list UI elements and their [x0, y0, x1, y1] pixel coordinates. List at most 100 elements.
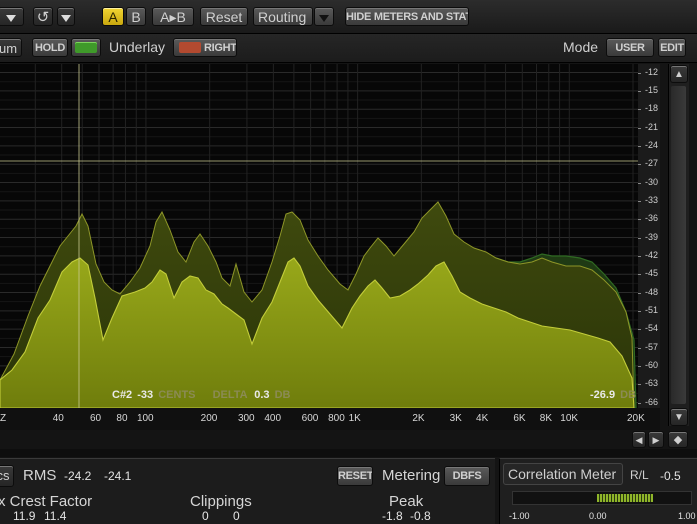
hold-color-toggle[interactable]: [71, 38, 101, 57]
undo-button[interactable]: ↺: [33, 7, 53, 26]
mode-user-button[interactable]: USER: [606, 38, 654, 57]
frequency-tick-label: 40: [52, 413, 64, 424]
cursor-note: C#2: [112, 389, 133, 401]
clip-left-value: 0: [202, 509, 209, 523]
spectrum-display[interactable]: C#2 -33 CENTS DELTA 0.3 DB -26.9 DB: [0, 64, 638, 408]
db-range-scrollbar[interactable]: ▲ ▼: [668, 64, 689, 426]
frequency-tick-label: 800: [328, 413, 345, 424]
hold-button[interactable]: HOLD: [32, 38, 68, 57]
underlay-right-button[interactable]: RIGHT: [173, 38, 237, 57]
db-tick-mark: [638, 145, 641, 147]
db-tick-label: -66: [644, 396, 658, 407]
frequency-axis: Z 40 60 80 100 200 300 400 600 800 1K 2K 3K 4K 6K 8K 10K…: [0, 408, 660, 430]
scroll-up-button[interactable]: ▲: [670, 65, 688, 83]
tab-spectrum[interactable]: um: [0, 38, 22, 57]
levels-panel: cs RMS -24.2 -24.1 RESET Metering DBFS x…: [0, 458, 495, 524]
correlation-meter-bar: [512, 491, 692, 505]
crest-left-value: 11.9: [13, 509, 36, 523]
chevron-down-icon: [61, 14, 71, 22]
frequency-tick-label: 4K: [476, 413, 489, 424]
db-tick-label: -12: [644, 66, 658, 77]
db-tick-label: -54: [644, 323, 658, 334]
delta-value: 0.3: [254, 389, 270, 401]
frequency-tick-label: 20K: [627, 413, 645, 424]
db-tick-label: -63: [644, 378, 658, 389]
tab-statistics[interactable]: cs: [0, 465, 14, 487]
frequency-tick-label: 100: [136, 413, 154, 424]
frequency-tick-label: 300: [237, 413, 255, 424]
db-tick-label: -36: [644, 213, 658, 224]
db-tick-mark: [638, 329, 641, 331]
correlation-panel: Correlation Meter R/L -0.5 -1.00 0.00 1.…: [499, 458, 697, 524]
db-tick-label: -21: [644, 121, 658, 132]
preset-b-button[interactable]: B: [126, 7, 146, 26]
frequency-tick-label: 400: [264, 413, 282, 424]
frequency-tick-label: Z: [0, 413, 7, 424]
peak-label: Peak: [389, 493, 424, 510]
frequency-tick-label: 60: [89, 413, 102, 424]
frequency-tick-label: 600: [301, 413, 319, 424]
red-swatch: [179, 42, 201, 53]
cursor-cents-value: -33: [137, 389, 154, 401]
frequency-tick-label: 2K: [412, 413, 425, 424]
green-swatch: [75, 42, 97, 53]
db-tick-mark: [638, 164, 641, 166]
peak-left-value: -1.8: [382, 509, 403, 523]
preset-a-button[interactable]: A: [102, 7, 124, 26]
diamond-icon: ◆: [673, 434, 683, 446]
db-tick-label: -39: [644, 231, 658, 242]
metering-label: Metering: [382, 467, 441, 484]
db-tick-mark: [638, 310, 641, 312]
crest-right-value: 11.4: [44, 509, 67, 523]
db-tick-label: -57: [644, 341, 658, 352]
db-tick-label: -51: [644, 304, 658, 315]
db-tick-label: -18: [644, 103, 658, 114]
peak-right-value: -0.8: [410, 509, 431, 523]
arrow-right-icon: ▶: [652, 435, 660, 445]
undo-icon: ↺: [36, 9, 50, 26]
db-tick-label: -60: [644, 359, 658, 370]
peak-readout-value: -26.9: [590, 389, 616, 401]
db-tick-label: -24: [644, 139, 658, 150]
delta-label: DELTA: [212, 389, 248, 401]
reset-button[interactable]: Reset: [200, 7, 248, 26]
peak-readout-unit: DB: [620, 389, 637, 401]
zoom-out-button[interactable]: ◀: [632, 431, 646, 448]
zoom-in-button[interactable]: ▶: [648, 431, 664, 448]
db-tick-mark: [638, 274, 641, 276]
spectrum-options-bar: um HOLD Underlay RIGHT Mode USER EDIT: [0, 34, 697, 63]
clippings-label: Clippings: [190, 493, 252, 510]
db-tick-mark: [638, 72, 641, 74]
hide-meters-button[interactable]: HIDE METERS AND STATS: [345, 7, 469, 26]
scroll-down-button[interactable]: ▼: [670, 408, 688, 426]
frequency-tick-label: 6K: [513, 413, 526, 424]
scroll-track[interactable]: [671, 86, 686, 404]
undo-history-button[interactable]: [57, 7, 75, 26]
metering-dbfs-button[interactable]: DBFS: [444, 466, 490, 486]
clip-right-value: 0: [233, 509, 240, 523]
db-tick-label: -15: [644, 84, 658, 95]
stats-reset-button[interactable]: RESET: [337, 466, 373, 486]
frequency-tick-label: 8K: [539, 413, 552, 424]
db-tick-mark: [638, 292, 641, 294]
frequency-tick-label: 3K: [449, 413, 462, 424]
rms-label: RMS: [23, 467, 57, 484]
db-axis: -12 -15 -18 -21 -24 -27 -30 -33 -36 -39 -42 -45 -48 -…: [638, 64, 660, 408]
mode-edit-button[interactable]: EDIT: [658, 38, 686, 57]
copy-a-to-b-button[interactable]: A▸B: [152, 7, 194, 26]
chevron-down-icon: [6, 14, 16, 22]
routing-button[interactable]: Routing: [253, 7, 313, 26]
zoom-fit-button[interactable]: ◆: [668, 431, 688, 448]
frequency-tick-label: 200: [200, 413, 218, 424]
arrow-up-icon: ▲: [674, 69, 684, 80]
db-tick-mark: [638, 347, 641, 349]
correlation-scale-max: 1.00: [678, 511, 696, 521]
db-tick-mark: [638, 255, 641, 257]
menu-dropdown-button[interactable]: [0, 7, 24, 26]
correlation-title: Correlation Meter: [508, 466, 617, 482]
db-tick-label: -33: [644, 194, 658, 205]
routing-dropdown-button[interactable]: [314, 7, 334, 26]
db-tick-mark: [638, 109, 641, 111]
frequency-tick-label: 10K: [560, 413, 579, 424]
db-tick-mark: [638, 237, 641, 239]
